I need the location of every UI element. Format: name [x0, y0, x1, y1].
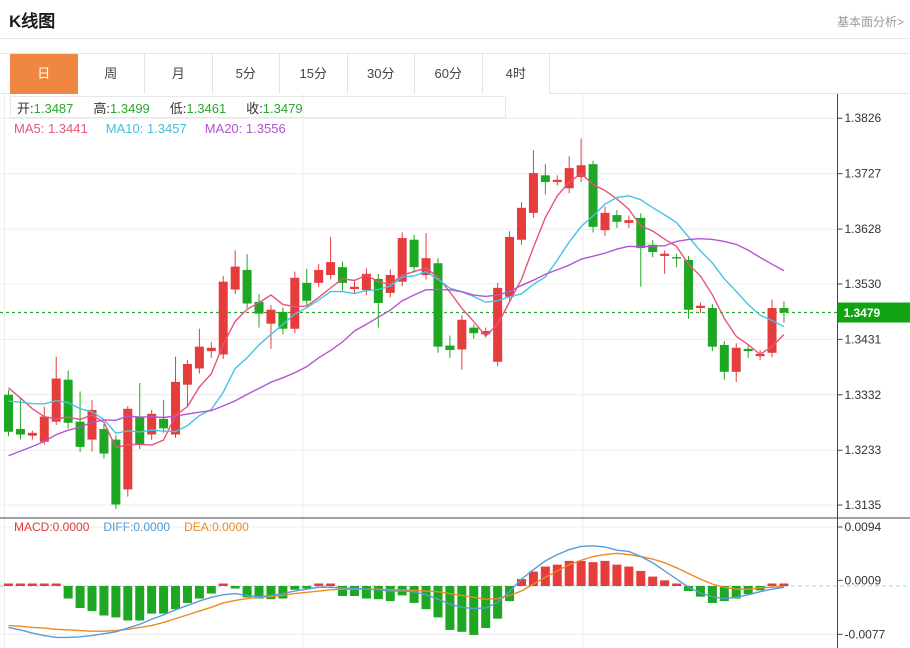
tab-4hour[interactable]: 4时 — [483, 54, 551, 94]
svg-text:0.0009: 0.0009 — [845, 573, 882, 587]
tab-60min[interactable]: 60分 — [415, 54, 483, 94]
page-title: K线图 — [9, 7, 55, 32]
low-value: 1.3461 — [186, 101, 226, 116]
svg-text:1.3826: 1.3826 — [845, 111, 882, 125]
svg-text:1.3233: 1.3233 — [845, 443, 882, 457]
ma10-line — [9, 196, 784, 433]
svg-text:1.3135: 1.3135 — [845, 498, 882, 512]
svg-text:1.3530: 1.3530 — [845, 277, 882, 291]
svg-text:1.3479: 1.3479 — [844, 306, 881, 320]
tab-30min[interactable]: 30分 — [348, 54, 416, 94]
low-label: 低: — [170, 101, 187, 116]
svg-text:0.0094: 0.0094 — [845, 520, 882, 534]
ma5-line — [9, 174, 784, 448]
close-label: 收: — [246, 101, 263, 116]
svg-text:1.3431: 1.3431 — [845, 332, 882, 346]
ma20-value: 1.3556 — [246, 121, 286, 136]
ma10-value: 1.3457 — [147, 121, 187, 136]
svg-text:1.3628: 1.3628 — [845, 222, 882, 236]
tab-week[interactable]: 周 — [78, 54, 146, 94]
open-label: 开: — [17, 101, 34, 116]
macd-histogram — [4, 561, 788, 635]
price-axis: 1.3826 1.3727 1.3628 1.3530 1.3431 1.3332 1.32… — [838, 94, 882, 648]
grid-layer — [0, 94, 910, 648]
ohlc-legend: 开:1.3487 高:1.3499 低:1.3461 收:1.3479 — [10, 96, 506, 118]
high-value: 1.3499 — [110, 101, 150, 116]
svg-text:1.3332: 1.3332 — [845, 388, 882, 402]
open-value: 1.3487 — [34, 101, 74, 116]
ma10-label: MA10: — [106, 121, 144, 136]
tab-day[interactable]: 日 — [10, 54, 78, 94]
fundamental-analysis-link[interactable]: 基本面分析> — [837, 13, 904, 30]
ma20-label: MA20: — [205, 121, 243, 136]
diff-label: DIFF: — [103, 520, 133, 534]
macd-value: 0.0000 — [53, 520, 90, 534]
header-divider — [0, 38, 910, 39]
dea-value: 0.0000 — [212, 520, 249, 534]
candles-layer — [4, 138, 788, 509]
dea-label: DEA: — [184, 520, 212, 534]
current-price-badge: 1.3479 — [838, 303, 910, 323]
macd-axis: 0.0094 0.0009 -0.0077 — [838, 520, 886, 641]
close-value: 1.3479 — [263, 101, 303, 116]
ma5-label: MA5: — [14, 121, 44, 136]
diff-value: 0.0000 — [133, 520, 170, 534]
svg-text:1.3727: 1.3727 — [845, 167, 882, 181]
ma5-value: 1.3441 — [48, 121, 88, 136]
high-label: 高: — [93, 101, 110, 116]
svg-text:-0.0077: -0.0077 — [845, 627, 886, 641]
tab-month[interactable]: 月 — [145, 54, 213, 94]
tab-15min[interactable]: 15分 — [280, 54, 348, 94]
ma-legend: MA5: 1.3441 MA10: 1.3457 MA20: 1.3556 — [14, 121, 304, 136]
macd-legend: MACD:0.0000 DIFF:0.0000 DEA:0.0000 — [14, 520, 263, 534]
period-tab-bar: 日 周 月 5分 15分 30分 60分 4时 — [0, 53, 910, 94]
macd-label: MACD: — [14, 520, 53, 534]
tab-5min[interactable]: 5分 — [213, 54, 281, 94]
